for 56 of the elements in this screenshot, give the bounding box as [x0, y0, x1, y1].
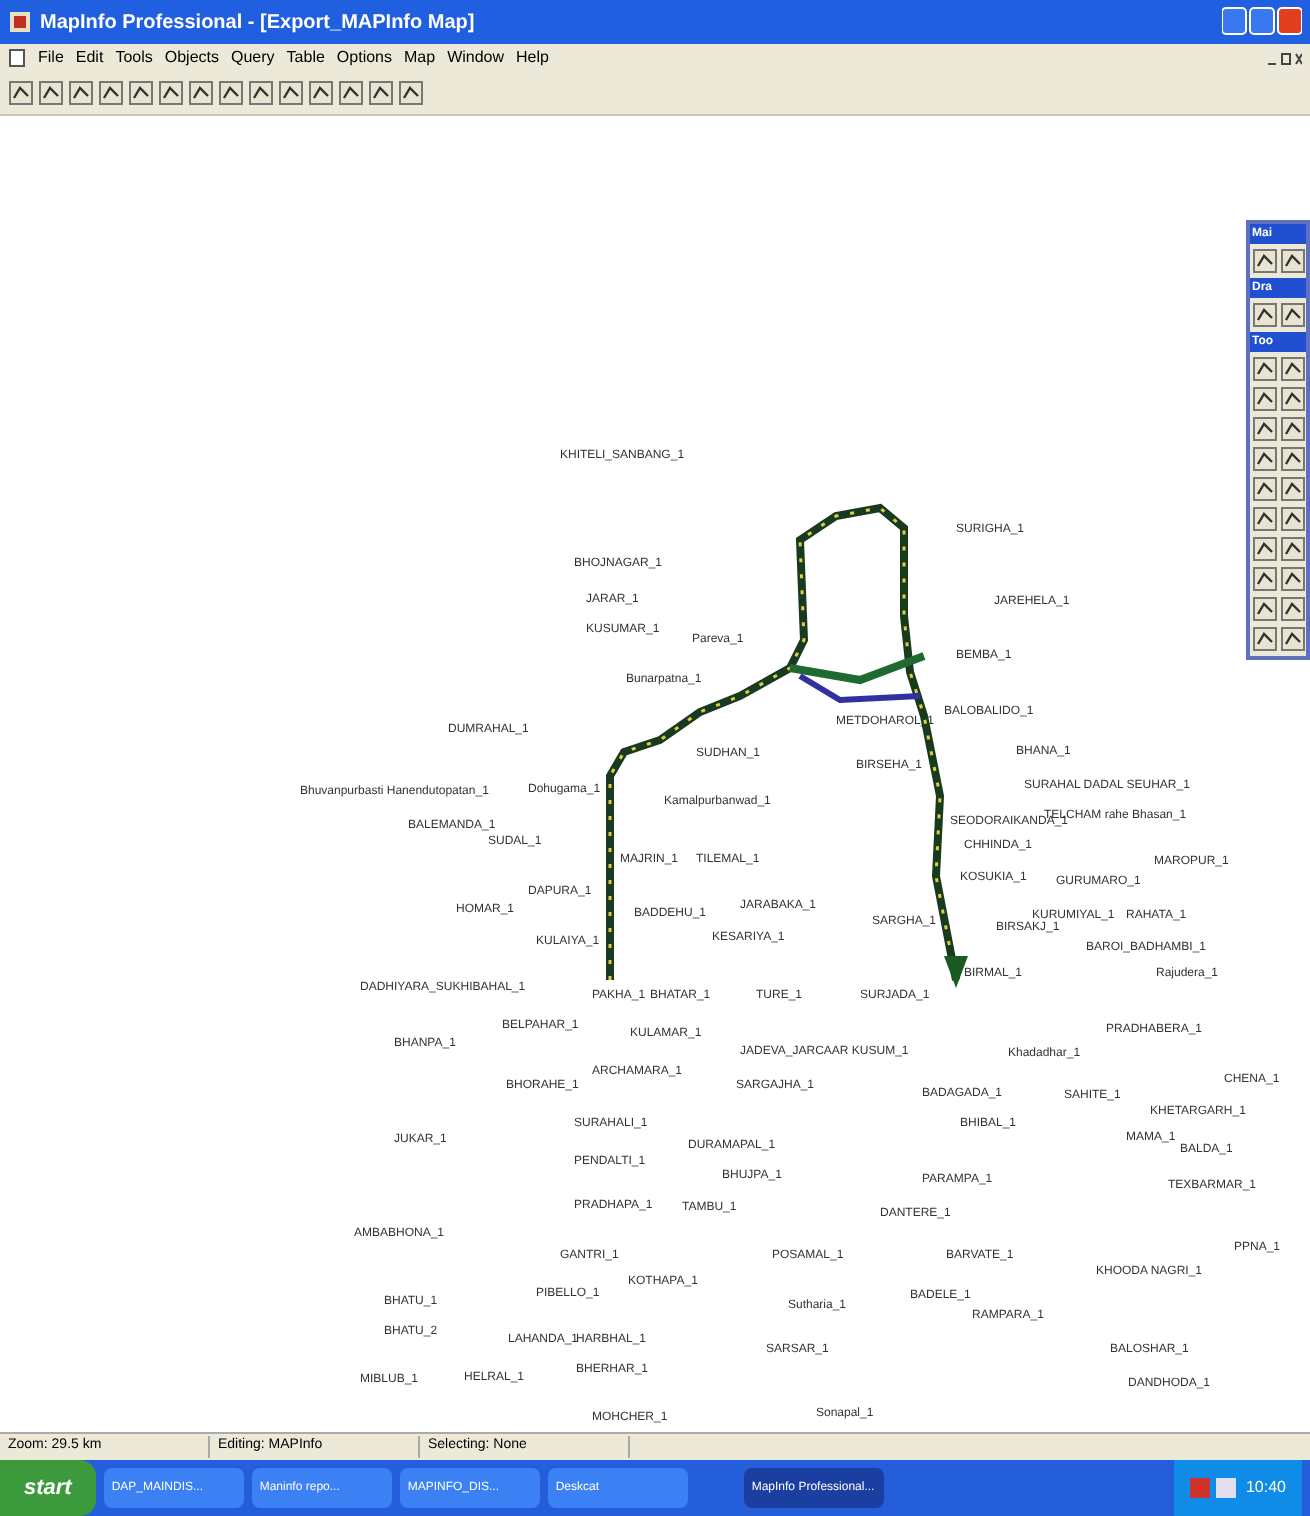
tool-icon[interactable] [1279, 566, 1305, 592]
tool-icon[interactable] [188, 80, 214, 106]
tool-icon[interactable] [368, 80, 394, 106]
tool-icon[interactable] [338, 80, 364, 106]
tool-icon[interactable] [128, 80, 154, 106]
tool-icon[interactable] [1279, 536, 1305, 562]
menu-item[interactable]: Map [404, 50, 436, 66]
menu-item[interactable]: Help [516, 50, 549, 66]
tool-icon[interactable] [1279, 416, 1305, 442]
tool-icon[interactable] [1279, 596, 1305, 622]
tool-icon[interactable] [1251, 566, 1277, 592]
tool-icon[interactable] [68, 80, 94, 106]
tool-icon[interactable] [1279, 446, 1305, 472]
tool-icon[interactable] [1251, 476, 1277, 502]
app-icon [8, 10, 32, 34]
tool-icon[interactable] [248, 80, 274, 106]
tool-icon[interactable] [98, 80, 124, 106]
tool-icon[interactable] [1251, 248, 1277, 274]
tool-icon[interactable] [1279, 248, 1305, 274]
tool-icon[interactable] [8, 80, 34, 106]
menu-item[interactable]: Tools [115, 50, 153, 66]
tool-icon[interactable] [278, 80, 304, 106]
tool-icon[interactable] [1279, 626, 1305, 652]
menu-item[interactable]: Edit [75, 50, 104, 66]
tool-icon[interactable] [1251, 416, 1277, 442]
child-window-controls-icon[interactable] [1266, 50, 1302, 66]
menu-item[interactable]: Query [231, 50, 275, 66]
tool-icon[interactable] [1251, 446, 1277, 472]
menu-item[interactable]: Objects [164, 50, 219, 66]
tool-icon[interactable] [308, 80, 334, 106]
window-controls-icon[interactable] [1222, 6, 1302, 38]
tool-icon[interactable] [1279, 476, 1305, 502]
tool-icon[interactable] [158, 80, 184, 106]
tool-icon[interactable] [1251, 536, 1277, 562]
tool-icon[interactable] [218, 80, 244, 106]
start-button[interactable]: start [0, 1460, 96, 1516]
menu-item[interactable]: Table [286, 50, 325, 66]
window-title: MapInfo Professional - [Export_MAPInfo Map] [40, 9, 475, 37]
tool-icon[interactable] [1251, 626, 1277, 652]
tool-icon[interactable] [1279, 356, 1305, 382]
menu-item[interactable]: File [38, 50, 64, 66]
tool-icon[interactable] [1279, 386, 1305, 412]
menu-item[interactable]: Window [447, 50, 505, 66]
tool-icon[interactable] [1251, 596, 1277, 622]
menu-item[interactable]: Options [336, 50, 392, 66]
clock: 10:40 [1245, 1476, 1286, 1500]
tool-icon[interactable] [38, 80, 64, 106]
tool-icon[interactable] [1251, 302, 1277, 328]
tool-icon[interactable] [1251, 506, 1277, 532]
tool-icon[interactable] [398, 80, 424, 106]
tray-icon[interactable] [1189, 1476, 1238, 1500]
tool-icon[interactable] [1279, 506, 1305, 532]
tool-icon[interactable] [1251, 386, 1277, 412]
document-icon [8, 48, 26, 68]
tool-icon[interactable] [1251, 356, 1277, 382]
tool-icon[interactable] [1279, 302, 1305, 328]
